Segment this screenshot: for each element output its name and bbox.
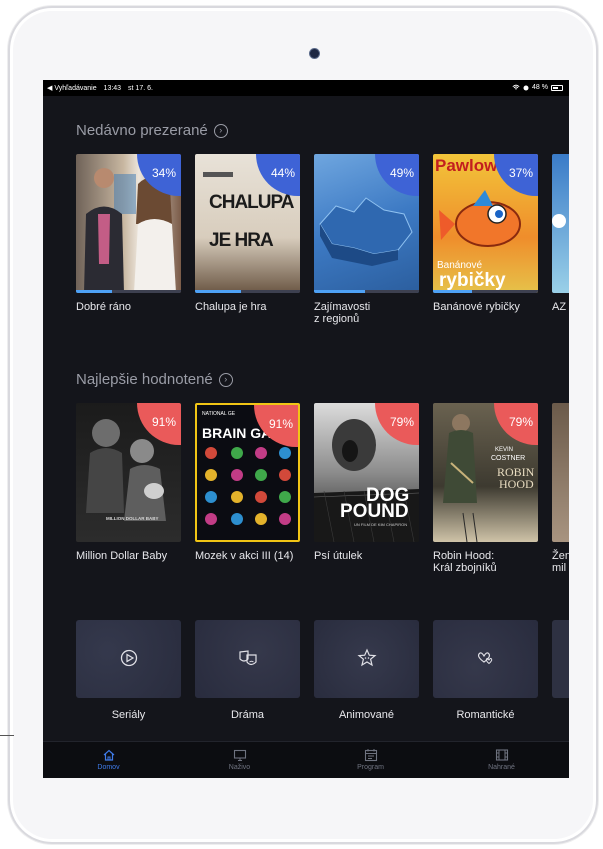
front-camera xyxy=(310,49,319,58)
poster-text: COSTNER xyxy=(491,455,526,462)
card-title: Robin Hood: Král zbojníků xyxy=(433,550,497,574)
chevron-right-icon: › xyxy=(218,372,233,387)
brain-grid-illustration xyxy=(205,447,291,525)
poster-text: rybičky xyxy=(439,270,506,291)
poster-text: MILLION DOLLAR BABY xyxy=(106,516,159,521)
card-title: Zajímavosti z regionů xyxy=(314,301,371,325)
content-card[interactable]: DOG POUND UN FILM DE KIM CHAPIRON 79% Ps… xyxy=(314,403,419,562)
progress-bar xyxy=(195,290,300,293)
poster-text: KEVIN xyxy=(495,447,514,453)
theater-masks-icon xyxy=(239,650,257,666)
genre-card-partial[interactable] xyxy=(552,620,569,698)
film-icon xyxy=(495,749,508,761)
genre-label: Seriály xyxy=(111,709,146,721)
poster-text: CHALUPA xyxy=(209,192,294,213)
genre-label: Romantické xyxy=(456,709,515,721)
card-title: AZ xyxy=(552,301,567,313)
tab-label: Domov xyxy=(97,764,120,771)
progress-bar xyxy=(433,290,538,293)
home-icon xyxy=(103,749,114,761)
tab-live[interactable]: Naživo xyxy=(174,742,305,778)
recently-viewed-header[interactable]: Nedávno prezerané › xyxy=(76,122,228,139)
hearts-icon xyxy=(477,652,493,665)
poster-image: NATIONAL GE BRAIN GA 91% xyxy=(195,403,300,542)
recently-viewed-row: 34% Dobré ráno CHALUPA JE HRA 44% Chalup… xyxy=(76,154,569,354)
play-circle-icon xyxy=(120,649,138,667)
app-screen: ◀ Vyhľadávanie 13:43 st 17. 6. 48 % Nedá… xyxy=(43,80,569,778)
top-rated-header[interactable]: Najlepšie hodnotené › xyxy=(76,371,233,388)
poster-image: MILLION DOLLAR BABY 91% xyxy=(76,403,181,542)
edge-line xyxy=(0,735,14,736)
progress-bar xyxy=(314,290,419,293)
recently-viewed-title: Nedávno prezerané xyxy=(76,122,208,139)
card-title: Dobré ráno xyxy=(76,301,132,313)
tab-recorded[interactable]: Nahrané xyxy=(436,742,567,778)
poster-image: DOG POUND UN FILM DE KIM CHAPIRON 79% xyxy=(314,403,419,542)
top-rated-title: Najlepšie hodnotené xyxy=(76,371,213,388)
poster-image: Pawlow Banánové rybičky 37% xyxy=(433,154,538,293)
content-card[interactable]: 34% Dobré ráno xyxy=(76,154,181,313)
card-title: Banánové rybičky xyxy=(433,301,520,313)
status-date: st 17. 6. xyxy=(128,85,153,92)
alarm-icon xyxy=(523,85,529,91)
card-title: Psí útulek xyxy=(314,550,363,562)
star-face-icon xyxy=(357,648,377,667)
tab-label: Nahrané xyxy=(488,764,515,771)
poster-image: KEVIN COSTNER ROBIN HOOD 79% xyxy=(433,403,538,542)
card-title: Žen mil xyxy=(552,550,569,574)
status-time: 13:43 xyxy=(103,85,122,92)
chevron-right-icon: › xyxy=(213,123,228,138)
poster-text: JE HRA xyxy=(209,230,274,251)
wifi-icon xyxy=(512,84,520,90)
poster-image: 49% xyxy=(314,154,419,293)
tv-icon xyxy=(233,749,246,761)
content-card[interactable]: AZ xyxy=(552,154,569,313)
tab-program[interactable]: Program xyxy=(305,742,436,778)
progress-bar xyxy=(76,290,181,293)
genre-label: Animované xyxy=(338,709,395,721)
content-card[interactable]: Pawlow Banánové rybičky 37% Banánové ryb… xyxy=(433,154,538,313)
top-rated-row: MILLION DOLLAR BABY 91% Million Dollar B… xyxy=(76,403,569,603)
tab-label: Program xyxy=(357,764,384,771)
status-bar: ◀ Vyhľadávanie 13:43 st 17. 6. 48 % xyxy=(43,80,569,96)
poster-text: UN FILM DE KIM CHAPIRON xyxy=(354,522,408,527)
poster-image: CHALUPA JE HRA 44% xyxy=(195,154,300,293)
content-card[interactable]: CHALUPA JE HRA 44% Chalupa je hra xyxy=(195,154,300,313)
calendar-icon xyxy=(364,749,377,762)
content-card[interactable]: KEVIN COSTNER ROBIN HOOD 79% Robin Hood:… xyxy=(433,403,538,574)
poster-text: HOOD xyxy=(499,477,534,491)
progress-badge: 44% xyxy=(256,154,300,196)
back-to-app-link[interactable]: ◀ Vyhľadávanie xyxy=(47,85,97,92)
genre-label: Dráma xyxy=(230,709,264,721)
tab-bar: Domov Naživo Program Nahrané xyxy=(43,741,569,778)
battery-icon xyxy=(551,84,563,91)
tab-label: Naživo xyxy=(228,764,251,771)
poster-text: POUND xyxy=(340,501,409,522)
poster-image xyxy=(552,403,569,542)
genres-row: Seriály Dráma Animované Romantické xyxy=(76,620,569,730)
content-card[interactable]: 49% Zajímavosti z regionů xyxy=(314,154,419,325)
card-title: Million Dollar Baby xyxy=(76,550,168,562)
poster-image: 34% xyxy=(76,154,181,293)
poster-text: Pawlow xyxy=(435,156,498,175)
poster-image xyxy=(552,154,569,293)
battery-percent: 48 % xyxy=(532,84,548,91)
content-card[interactable]: Žen mil xyxy=(552,403,569,574)
tab-home[interactable]: Domov xyxy=(43,742,174,778)
content-card[interactable]: NATIONAL GE BRAIN GA 91% Mozek v akci II… xyxy=(195,403,300,562)
card-title: Mozek v akci III (14) xyxy=(195,550,294,562)
poster-text: NATIONAL GE xyxy=(202,411,236,417)
card-title: Chalupa je hra xyxy=(195,301,267,313)
content-card[interactable]: MILLION DOLLAR BABY 91% Million Dollar B… xyxy=(76,403,181,562)
